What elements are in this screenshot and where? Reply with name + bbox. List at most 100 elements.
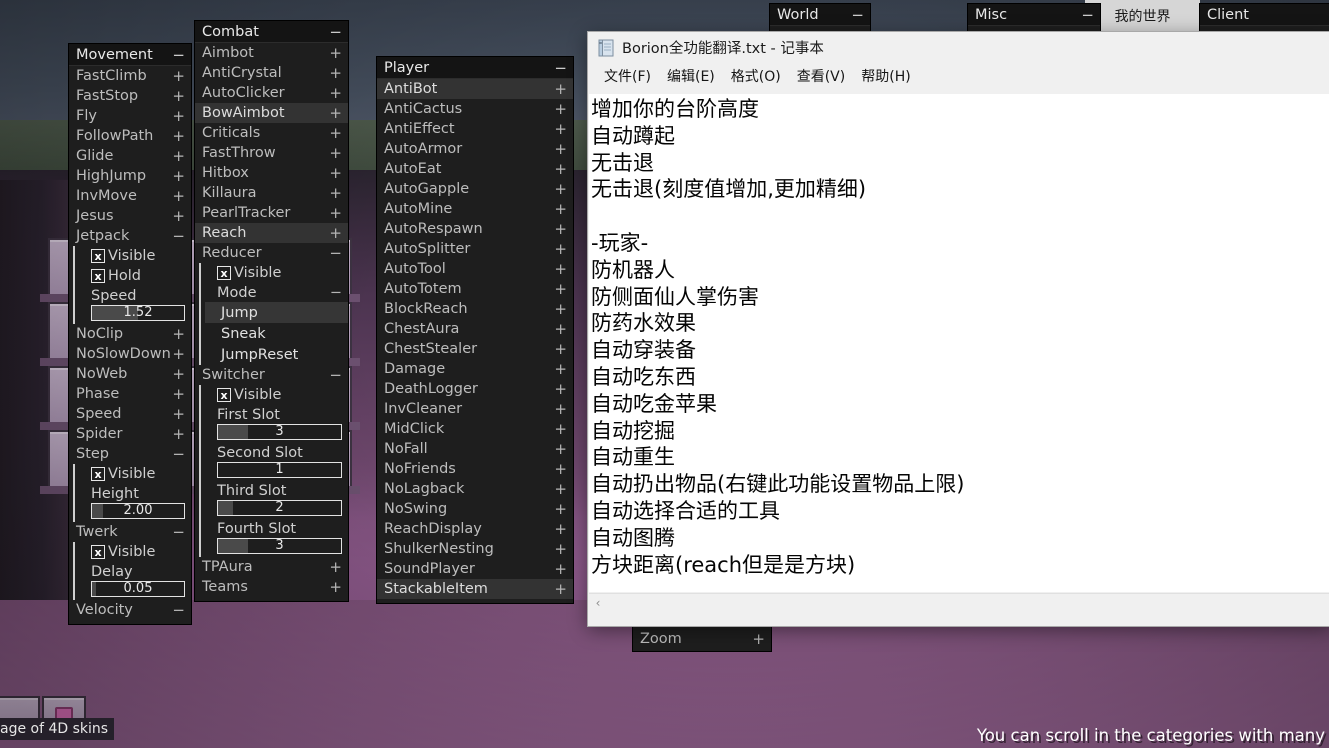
twerk-delay-slider-wrap[interactable]: 0.05 <box>79 581 191 600</box>
module-reach[interactable]: Reach + <box>195 223 348 243</box>
module-phase[interactable]: Phase + <box>69 384 191 404</box>
expand-icon[interactable]: + <box>554 80 567 98</box>
switcher-visible-checkbox[interactable]: x Visible <box>205 385 348 405</box>
module-cheststealer[interactable]: ChestStealer + <box>377 339 573 359</box>
module-step[interactable]: Step − <box>69 444 191 464</box>
expand-icon[interactable]: + <box>554 280 567 298</box>
panel-client-header[interactable]: Client <box>1200 4 1329 26</box>
expand-icon[interactable]: + <box>554 300 567 318</box>
panel-combat[interactable]: Combat − Aimbot + AntiCrystal + AutoClic… <box>195 21 348 601</box>
expand-icon[interactable]: + <box>554 480 567 498</box>
notepad-menubar[interactable]: 文件(F) 编辑(E) 格式(O) 查看(V) 帮助(H) <box>588 63 1329 89</box>
module-shulkernesting[interactable]: ShulkerNesting + <box>377 539 573 559</box>
module-antibot[interactable]: AntiBot + <box>377 79 573 99</box>
second-slot-slider-wrap[interactable]: 1 <box>205 462 348 481</box>
module-autorespawn[interactable]: AutoRespawn + <box>377 219 573 239</box>
collapse-icon[interactable]: − <box>851 6 864 24</box>
jetpack-speed-slider-wrap[interactable]: 1.52 <box>79 305 191 324</box>
panel-movement-header[interactable]: Movement − <box>69 44 191 66</box>
module-soundplayer[interactable]: SoundPlayer + <box>377 559 573 579</box>
expand-icon[interactable]: + <box>554 140 567 158</box>
expand-icon[interactable]: + <box>329 578 342 596</box>
module-autoclicker[interactable]: AutoClicker + <box>195 83 348 103</box>
panel-misc-bottom[interactable]: Zoom + <box>633 626 771 651</box>
menu-edit[interactable]: 编辑(E) <box>659 64 723 88</box>
expand-icon[interactable]: + <box>329 204 342 222</box>
jetpack-hold-checkbox[interactable]: x Hold <box>79 266 191 286</box>
expand-icon[interactable]: + <box>554 360 567 378</box>
expand-icon[interactable]: + <box>554 400 567 418</box>
mode-option-jump[interactable]: Jump <box>205 302 348 323</box>
collapse-icon[interactable]: − <box>172 227 185 245</box>
module-reachdisplay[interactable]: ReachDisplay + <box>377 519 573 539</box>
module-switcher[interactable]: Switcher − <box>195 365 348 385</box>
module-twerk[interactable]: Twerk − <box>69 522 191 542</box>
module-anticrystal[interactable]: AntiCrystal + <box>195 63 348 83</box>
panel-misc[interactable]: Misc − <box>968 4 1100 32</box>
expand-icon[interactable]: + <box>172 87 185 105</box>
expand-icon[interactable]: + <box>172 207 185 225</box>
expand-icon[interactable]: + <box>554 340 567 358</box>
menu-file[interactable]: 文件(F) <box>596 64 659 88</box>
expand-icon[interactable]: + <box>329 164 342 182</box>
module-noclip[interactable]: NoClip + <box>69 324 191 344</box>
expand-icon[interactable]: + <box>172 167 185 185</box>
minecraft-window-strip[interactable]: 我的世界 <box>1085 0 1200 32</box>
expand-icon[interactable]: + <box>329 184 342 202</box>
expand-icon[interactable]: + <box>554 320 567 338</box>
expand-icon[interactable]: + <box>554 420 567 438</box>
notepad-titlebar[interactable]: Borion全功能翻译.txt - 记事本 <box>588 32 1329 63</box>
expand-icon[interactable]: + <box>554 260 567 278</box>
panel-combat-header[interactable]: Combat − <box>195 21 348 43</box>
module-noweb[interactable]: NoWeb + <box>69 364 191 384</box>
module-nolagback[interactable]: NoLagback + <box>377 479 573 499</box>
expand-icon[interactable]: + <box>752 630 765 648</box>
notepad-horizontal-scrollbar[interactable]: ‹ <box>589 593 1329 612</box>
module-autototem[interactable]: AutoTotem + <box>377 279 573 299</box>
collapse-icon[interactable]: − <box>554 59 567 77</box>
module-speed[interactable]: Speed + <box>69 404 191 424</box>
module-jesus[interactable]: Jesus + <box>69 206 191 226</box>
collapse-icon[interactable]: − <box>172 523 185 541</box>
first-slot-slider[interactable]: 3 <box>217 424 342 440</box>
module-glide[interactable]: Glide + <box>69 146 191 166</box>
collapse-icon[interactable]: − <box>172 445 185 463</box>
expand-icon[interactable]: + <box>554 440 567 458</box>
fourth-slot-slider[interactable]: 3 <box>217 538 342 554</box>
expand-icon[interactable]: + <box>329 144 342 162</box>
collapse-icon[interactable]: − <box>172 46 185 64</box>
mode-option-sneak[interactable]: Sneak <box>205 323 348 344</box>
expand-icon[interactable]: + <box>554 580 567 598</box>
menu-help[interactable]: 帮助(H) <box>853 64 918 88</box>
module-bowaimbot[interactable]: BowAimbot + <box>195 103 348 123</box>
module-autoeat[interactable]: AutoEat + <box>377 159 573 179</box>
second-slot-slider[interactable]: 1 <box>217 462 342 478</box>
expand-icon[interactable]: + <box>554 160 567 178</box>
module-fastclimb[interactable]: FastClimb + <box>69 66 191 86</box>
panel-player[interactable]: Player − AntiBot + AntiCactus + AntiEffect + A… <box>377 57 573 603</box>
module-chestaura[interactable]: ChestAura + <box>377 319 573 339</box>
menu-format[interactable]: 格式(O) <box>723 64 789 88</box>
expand-icon[interactable]: + <box>329 104 342 122</box>
expand-icon[interactable]: + <box>554 560 567 578</box>
scroll-left-arrow-icon[interactable]: ‹ <box>589 594 607 612</box>
expand-icon[interactable]: + <box>329 84 342 102</box>
step-visible-checkbox[interactable]: x Visible <box>79 464 191 484</box>
first-slot-slider-wrap[interactable]: 3 <box>205 424 348 443</box>
expand-icon[interactable]: + <box>172 385 185 403</box>
expand-icon[interactable]: + <box>554 380 567 398</box>
module-invmove[interactable]: InvMove + <box>69 186 191 206</box>
third-slot-slider-wrap[interactable]: 2 <box>205 500 348 519</box>
expand-icon[interactable]: + <box>329 124 342 142</box>
collapse-icon[interactable]: − <box>329 244 342 262</box>
module-killaura[interactable]: Killaura + <box>195 183 348 203</box>
expand-icon[interactable]: + <box>554 120 567 138</box>
module-antieffect[interactable]: AntiEffect + <box>377 119 573 139</box>
module-hitbox[interactable]: Hitbox + <box>195 163 348 183</box>
panel-movement[interactable]: Movement − FastClimb + FastStop + Fly + … <box>69 44 191 624</box>
collapse-icon[interactable]: − <box>329 366 342 384</box>
expand-icon[interactable]: + <box>329 64 342 82</box>
module-jetpack[interactable]: Jetpack − <box>69 226 191 246</box>
collapse-icon[interactable]: − <box>172 601 185 619</box>
panel-client[interactable]: Client <box>1200 4 1329 32</box>
